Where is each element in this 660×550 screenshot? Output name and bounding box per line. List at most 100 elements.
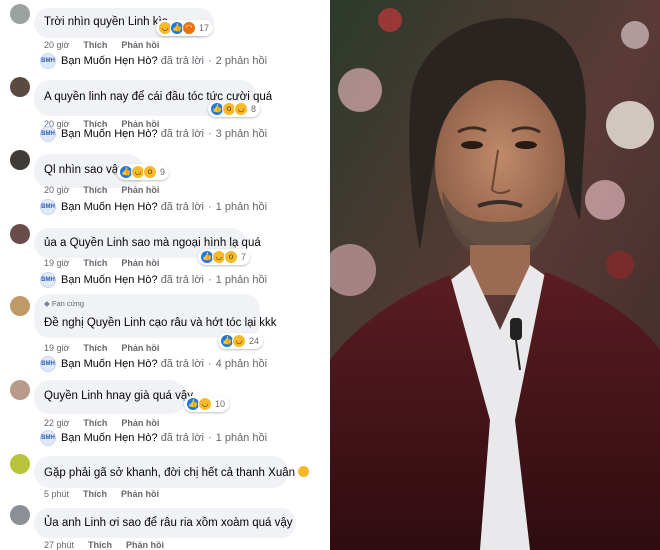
comment-text: ủa a Quyền Linh sao mà ngoại hình lạ quá — [44, 237, 261, 249]
reply-link[interactable]: Phản hồi — [126, 540, 164, 550]
reaction-count: 9 — [160, 167, 166, 177]
reaction-count: 7 — [241, 252, 247, 262]
wow-reaction-icon: o — [224, 250, 238, 264]
reaction-summary[interactable]: 👍 ◡ 10 — [184, 396, 230, 412]
comment-thread: Trời nhìn quyền Linh kìa ◡ 👍 ◠ 17 20 giờ… — [0, 0, 330, 550]
reaction-count: 8 — [251, 104, 257, 114]
comment-time[interactable]: 19 giờ — [44, 258, 69, 268]
page-avatar: BMH — [40, 199, 56, 215]
comment-time[interactable]: 19 giờ — [44, 343, 69, 353]
reply-summary[interactable]: BMH Bạn Muốn Hẹn Hò? đã trả lời · 3 phản h… — [40, 126, 267, 142]
grin-emoji-icon — [298, 466, 310, 477]
haha-reaction-icon: ◡ — [198, 397, 212, 411]
reply-summary[interactable]: BMH Bạn Muốn Hẹn Hò? đã trả lời · 4 phản h… — [40, 356, 267, 372]
like-link[interactable]: Thích — [83, 418, 107, 428]
replies-count: 4 phản hồi — [215, 358, 268, 370]
commenter-avatar[interactable] — [10, 505, 30, 525]
comment-time[interactable]: 5 phút — [44, 489, 69, 499]
reply-link[interactable]: Phản hồi — [121, 489, 159, 499]
reaction-count: 10 — [215, 399, 226, 409]
comment-bubble: ◆ Fan cứng Đề nghị Quyền Linh cạo râu và… — [34, 294, 277, 338]
reply-link[interactable]: Phản hồi — [121, 418, 159, 428]
replier-name: Bạn Muốn Hẹn Hò? — [61, 274, 158, 286]
page-avatar: BMH — [40, 126, 56, 142]
reply-link[interactable]: Phản hồi — [121, 185, 159, 195]
fan-badge: ◆ Fan cứng — [44, 299, 84, 308]
reply-link[interactable]: Phản hồi — [121, 343, 159, 353]
page-avatar: BMH — [40, 430, 56, 446]
replies-count: 1 phản hồi — [215, 274, 268, 286]
replied-text: đã trả lời — [160, 128, 204, 140]
replies-count: 1 phản hồi — [215, 201, 268, 213]
comment-bubble: Gặp phải gã sở khanh, đời chị hết cả tha… — [34, 456, 310, 488]
reaction-summary[interactable]: 👍 ◡ 24 — [218, 333, 264, 349]
commenter-avatar[interactable] — [10, 380, 30, 400]
replier-name: Bạn Muốn Hẹn Hò? — [61, 432, 158, 444]
diamond-icon: ◆ — [44, 299, 50, 308]
replied-text: đã trả lời — [160, 55, 204, 67]
replied-text: đã trả lời — [160, 274, 204, 286]
replier-name: Bạn Muốn Hẹn Hò? — [61, 201, 158, 213]
reaction-count: 24 — [249, 336, 260, 346]
page-avatar: BMH — [40, 53, 56, 69]
page-avatar: BMH — [40, 356, 56, 372]
like-link[interactable]: Thích — [88, 540, 112, 550]
comment-meta: 19 giờ Thích Phản hồi — [44, 343, 159, 353]
comment-text: Ql nhìn sao vậy — [44, 164, 124, 176]
reply-summary[interactable]: BMH Bạn Muốn Hẹn Hò? đã trả lời · 1 phản h… — [40, 430, 267, 446]
reaction-summary[interactable]: ◡ 👍 ◠ 17 — [156, 20, 214, 36]
comment-time[interactable]: 20 giờ — [44, 185, 69, 195]
like-link[interactable]: Thích — [83, 343, 107, 353]
comment-time[interactable]: 22 giờ — [44, 418, 69, 428]
page-avatar: BMH — [40, 272, 56, 288]
comment-bubble: Quyền Linh hnay già quá vậy. — [34, 380, 195, 414]
replier-name: Bạn Muốn Hẹn Hò? — [61, 55, 158, 67]
replies-count: 1 phản hồi — [215, 432, 268, 444]
reply-summary[interactable]: BMH Bạn Muốn Hẹn Hò? đã trả lời · 2 phản h… — [40, 53, 267, 69]
comment-text: Ủa anh Linh ơi sao để râu ria xồm xoàm q… — [44, 517, 293, 529]
comment-text: Quyền Linh hnay già quá vậy. — [44, 390, 196, 402]
commenter-avatar[interactable] — [10, 224, 30, 244]
replier-name: Bạn Muốn Hẹn Hò? — [61, 358, 158, 370]
reaction-count: 17 — [199, 23, 210, 33]
replier-name: Bạn Muốn Hẹn Hò? — [61, 128, 158, 140]
commenter-avatar[interactable] — [10, 4, 30, 24]
comment-text: Đề nghị Quyền Linh cạo râu và hớt tóc lạ… — [44, 317, 277, 329]
reaction-summary[interactable]: 👍 ◡ o 9 — [117, 164, 170, 180]
replies-count: 2 phản hồi — [215, 55, 268, 67]
haha-reaction-icon: ◡ — [234, 102, 248, 116]
replies-count: 3 phản hồi — [215, 128, 268, 140]
reply-summary[interactable]: BMH Bạn Muốn Hẹn Hò? đã trả lời · 1 phản h… — [40, 272, 267, 288]
commenter-avatar[interactable] — [10, 454, 30, 474]
comment-meta: 20 giờ Thích Phản hồi — [44, 40, 159, 50]
replied-text: đã trả lời — [160, 358, 204, 370]
reply-link[interactable]: Phản hồi — [121, 258, 159, 268]
commenter-avatar[interactable] — [10, 296, 30, 316]
comment-bubble: Ủa anh Linh ơi sao để râu ria xồm xoàm q… — [34, 508, 296, 538]
comment-text: Trời nhìn quyền Linh kìa — [44, 16, 169, 28]
angry-reaction-icon: ◠ — [182, 21, 196, 35]
like-link[interactable]: Thích — [83, 489, 107, 499]
reaction-summary[interactable]: 👍 o ◡ 8 — [208, 101, 261, 117]
reply-link[interactable]: Phản hồi — [121, 40, 159, 50]
replied-text: đã trả lời — [160, 201, 204, 213]
commenter-avatar[interactable] — [10, 150, 30, 170]
comment-meta: 19 giờ Thích Phản hồi — [44, 258, 159, 268]
like-link[interactable]: Thích — [83, 185, 107, 195]
comment-meta: 27 phút Thích Phản hồi — [44, 540, 164, 550]
comment-meta: 20 giờ Thích Phản hồi — [44, 185, 159, 195]
comment-time[interactable]: 20 giờ — [44, 40, 69, 50]
like-link[interactable]: Thích — [83, 258, 107, 268]
like-link[interactable]: Thích — [83, 40, 107, 50]
comment-text: Gặp phải gã sở khanh, đời chị hết cả tha… — [44, 466, 310, 479]
wow-reaction-icon: o — [143, 165, 157, 179]
comment-meta: 22 giờ Thích Phản hồi — [44, 418, 159, 428]
haha-reaction-icon: ◡ — [232, 334, 246, 348]
commenter-avatar[interactable] — [10, 77, 30, 97]
reaction-summary[interactable]: 👍 ◡ o 7 — [198, 249, 251, 265]
comment-meta: 5 phút Thích Phản hồi — [44, 489, 159, 499]
comment-time[interactable]: 27 phút — [44, 540, 74, 550]
reply-summary[interactable]: BMH Bạn Muốn Hẹn Hò? đã trả lời · 1 phản h… — [40, 199, 267, 215]
man-portrait-photo — [330, 0, 660, 550]
replied-text: đã trả lời — [160, 432, 204, 444]
